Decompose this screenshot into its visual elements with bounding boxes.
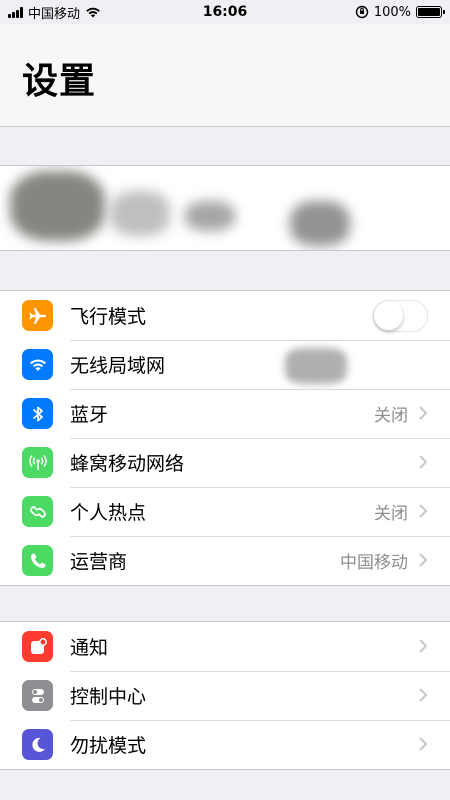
control-center-label: 控制中心	[70, 686, 147, 708]
status-bar: 中国移动 16:06 100%	[0, 0, 450, 24]
chevron-right-icon	[419, 688, 428, 702]
personal-hotspot-label: 个人热点	[70, 502, 147, 524]
battery-percent: 100%	[373, 4, 411, 20]
bluetooth-value: 关闭	[374, 406, 408, 426]
obscured-text	[185, 201, 235, 231]
obscured-name	[110, 191, 170, 236]
airplane-mode-toggle[interactable]	[373, 300, 428, 332]
cellular-label: 蜂窝移动网络	[70, 453, 185, 475]
chevron-right-icon	[419, 737, 428, 751]
system-group: 通知 控制中心 勿扰模式	[0, 621, 450, 770]
carrier-label: 中国移动	[28, 6, 81, 22]
do-not-disturb-row[interactable]: 勿扰模式	[0, 720, 450, 769]
personal-hotspot-row[interactable]: 个人热点 关闭	[0, 487, 450, 536]
phone-icon	[22, 545, 53, 576]
connectivity-group: 飞行模式 无线局域网 蓝牙 关闭 蜂窝移动网络 个人热点 关闭 运营商 中国移动	[0, 290, 450, 586]
obscured-network-name	[285, 348, 347, 384]
carrier-value: 中国移动	[340, 553, 408, 573]
status-right: 100%	[355, 4, 445, 20]
airplane-mode-row[interactable]: 飞行模式	[0, 291, 450, 340]
carrier-label-row: 运营商	[70, 551, 128, 573]
wifi-row[interactable]: 无线局域网	[0, 340, 450, 389]
do-not-disturb-label: 勿扰模式	[70, 735, 147, 757]
chevron-right-icon	[419, 406, 428, 420]
bluetooth-row[interactable]: 蓝牙 关闭	[0, 389, 450, 438]
rotation-lock-icon	[355, 5, 369, 19]
page-title: 设置	[22, 61, 97, 102]
cellular-row[interactable]: 蜂窝移动网络	[0, 438, 450, 487]
moon-icon	[22, 729, 53, 760]
status-left: 中国移动	[8, 3, 101, 22]
wifi-icon	[22, 349, 53, 380]
airplane-icon	[22, 300, 53, 331]
bluetooth-label: 蓝牙	[70, 404, 109, 426]
control-center-icon	[22, 680, 53, 711]
cellular-icon	[22, 447, 53, 478]
bluetooth-icon	[22, 398, 53, 429]
toggle-knob	[374, 301, 403, 330]
chevron-right-icon	[419, 553, 428, 567]
airplane-mode-label: 飞行模式	[70, 306, 147, 328]
signal-icon	[8, 6, 23, 18]
chevron-right-icon	[419, 455, 428, 469]
battery-icon	[416, 6, 445, 18]
control-center-row[interactable]: 控制中心	[0, 671, 450, 720]
chevron-right-icon	[419, 639, 428, 653]
nav-divider	[0, 126, 450, 127]
apple-id-profile-cell[interactable]	[0, 165, 450, 251]
notifications-row[interactable]: 通知	[0, 622, 450, 671]
hotspot-icon	[22, 496, 53, 527]
carrier-row[interactable]: 运营商 中国移动	[0, 536, 450, 585]
wifi-label: 无线局域网	[70, 355, 166, 377]
notifications-icon	[22, 631, 53, 662]
obscured-text	[290, 201, 350, 246]
notifications-label: 通知	[70, 637, 109, 659]
chevron-right-icon	[419, 504, 428, 518]
wifi-status-icon	[86, 7, 100, 18]
personal-hotspot-value: 关闭	[374, 504, 408, 524]
obscured-avatar	[10, 171, 105, 241]
